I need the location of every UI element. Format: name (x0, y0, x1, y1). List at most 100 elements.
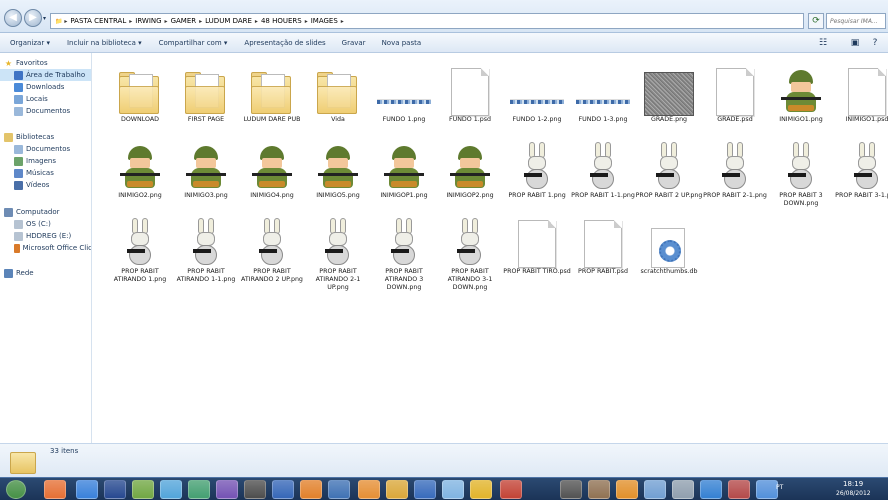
nav-desktop[interactable]: Área de Trabalho (0, 69, 91, 81)
taskbar-opera-app-icon[interactable] (500, 480, 522, 499)
crumb-5[interactable]: IMAGES (311, 17, 338, 25)
address-box[interactable]: 📁 ▸ PASTA CENTRAL ▸ IRWING ▸ GAMER ▸ LUDUM … (50, 13, 804, 29)
drive-icon (14, 219, 23, 229)
preview-pane-icon[interactable]: ▣ (848, 36, 862, 50)
images-icon (14, 156, 23, 166)
burn-button[interactable]: Gravar (342, 39, 366, 47)
taskbar-window-app-icon[interactable] (414, 480, 436, 499)
desktop-icon (14, 70, 23, 80)
nav-documents-fav[interactable]: Documentos (0, 105, 91, 117)
nav-favorites[interactable]: ★ Favoritos (4, 57, 91, 69)
include-library-button[interactable]: Incluir na biblioteca ▾ (67, 39, 142, 47)
help-icon[interactable]: ? (868, 36, 882, 50)
nav-office-drive[interactable]: Microsoft Office Clic (0, 242, 91, 254)
soldier-thumbnail (238, 132, 306, 192)
back-button[interactable]: ◀ (4, 9, 22, 27)
history-dropdown-icon[interactable]: ▾ (43, 15, 46, 22)
taskbar-cat-app-icon[interactable] (616, 480, 638, 499)
nav-places[interactable]: Locais (0, 93, 91, 105)
file-name: FUNDO 1.psd (448, 116, 492, 123)
slideshow-button[interactable]: Apresentação de slides (244, 39, 325, 47)
taskbar-download-icon[interactable] (700, 480, 722, 499)
rabbit-thumbnail (238, 208, 306, 268)
language-indicator[interactable]: PT (776, 484, 783, 491)
nav-lib-images[interactable]: Imagens (0, 155, 91, 167)
nav-lib-documents[interactable]: Documentos (0, 143, 91, 155)
taskbar-ie-icon[interactable] (76, 480, 98, 499)
file-name: GRADE.psd (717, 116, 753, 123)
file-name: PROP RABIT ATIRANDO 1-1.png (176, 268, 236, 283)
taskbar-word-icon[interactable] (272, 480, 294, 499)
taskbar-tool-app-icon[interactable] (672, 480, 694, 499)
search-input[interactable] (826, 13, 886, 29)
file-name: PROP RABIT 1-1.png (571, 192, 635, 199)
file-name: INIMIGOP2.png (446, 192, 494, 199)
nav-network[interactable]: Rede (4, 267, 91, 279)
clock-date[interactable]: 26/08/2012 (836, 490, 871, 497)
taskbar-firefox-icon[interactable] (44, 480, 66, 499)
file-name: FUNDO 1-2.png (512, 116, 562, 123)
soldier-thumbnail (304, 132, 372, 192)
file-list: DOWNLOAD FIRST PAGE LUDUM DARE PUB Vida FUND… (93, 53, 888, 443)
taskbar-image-app-icon[interactable] (188, 480, 210, 499)
star-icon: ★ (4, 58, 13, 68)
organize-button[interactable]: Organizar ▾ (10, 39, 50, 47)
file-name: PROP RABIT TIRO.psd (503, 268, 571, 275)
refresh-button[interactable]: ⟳ (808, 13, 824, 29)
taskbar-arrow-app-icon[interactable] (644, 480, 666, 499)
rabbit-thumbnail (833, 132, 888, 192)
nav-libraries[interactable]: Bibliotecas (4, 131, 91, 143)
taskbar-scratch-icon[interactable] (358, 480, 380, 499)
places-icon (14, 94, 23, 104)
taskbar-blender-icon[interactable] (300, 480, 322, 499)
file-name: INIMIGOP1.png (380, 192, 428, 199)
crumb-1[interactable]: IRWING (135, 17, 161, 25)
taskbar-photoshop-icon[interactable] (104, 480, 126, 499)
settings-file-icon (635, 208, 703, 268)
share-button[interactable]: Compartilhar com ▾ (159, 39, 228, 47)
drive-icon (14, 231, 23, 241)
nav-drive-e[interactable]: HDDREG (E:) (0, 230, 91, 242)
file-name: PROP RABIT 3-1.png (835, 192, 888, 199)
taskbar-explorer-icon[interactable] (386, 480, 408, 499)
rabbit-thumbnail (172, 208, 240, 268)
taskbar-media-icon[interactable] (442, 480, 464, 499)
file-name: GRADE.png (650, 116, 688, 123)
taskbar-game-app-icon[interactable] (728, 480, 750, 499)
taskbar-digital-app-icon[interactable] (328, 480, 350, 499)
nav-lib-videos[interactable]: Vídeos (0, 179, 91, 191)
file-name: PROP RABIT 2-1.png (703, 192, 767, 199)
nav-lib-music[interactable]: Músicas (0, 167, 91, 179)
taskbar-net-app-icon[interactable] (756, 480, 778, 499)
view-options-icon[interactable]: ☷ (816, 36, 830, 50)
nav-downloads[interactable]: Downloads (0, 81, 91, 93)
taskbar-green-app-icon[interactable] (132, 480, 154, 499)
soldier-thumbnail (172, 132, 240, 192)
library-icon (4, 132, 13, 142)
document-icon (569, 208, 637, 268)
taskbar-wireless-app-icon[interactable] (216, 480, 238, 499)
taskbar-start-orb-icon[interactable] (6, 480, 26, 499)
file-name: LUDUM DARE PUB (243, 116, 301, 123)
taskbar-calendar-icon[interactable] (560, 480, 582, 499)
file-name: PROP RABIT ATIRANDO 2-1 UP.png (315, 268, 361, 291)
crumb-2[interactable]: GAMER (171, 17, 197, 25)
new-folder-button[interactable]: Nova pasta (382, 39, 422, 47)
file-name: INIMIGO2.png (118, 192, 162, 199)
folder-icon (238, 56, 306, 116)
nav-drive-c[interactable]: OS (C:) (0, 218, 91, 230)
taskbar-unity-icon[interactable] (244, 480, 266, 499)
taskbar-gimp-icon[interactable] (588, 480, 610, 499)
taskbar-chrome-icon[interactable] (470, 480, 492, 499)
folder-icon: 📁 ▸ (55, 17, 68, 25)
forward-button[interactable]: ▶ (24, 9, 42, 27)
taskbar-chrome-app-icon[interactable] (160, 480, 182, 499)
clock-time[interactable]: 18:19 (843, 480, 863, 488)
crumb-4[interactable]: 48 HOUERS (261, 17, 302, 25)
file-name: INIMIGO1.psd (845, 116, 888, 123)
nav-computer[interactable]: Computador (4, 206, 91, 218)
crumb-3[interactable]: LUDUM DARE (205, 17, 252, 25)
file-name: PROP RABIT ATIRANDO 2 UP.png (241, 268, 303, 283)
image-thumbnail (370, 56, 438, 116)
crumb-0[interactable]: PASTA CENTRAL (70, 17, 126, 25)
